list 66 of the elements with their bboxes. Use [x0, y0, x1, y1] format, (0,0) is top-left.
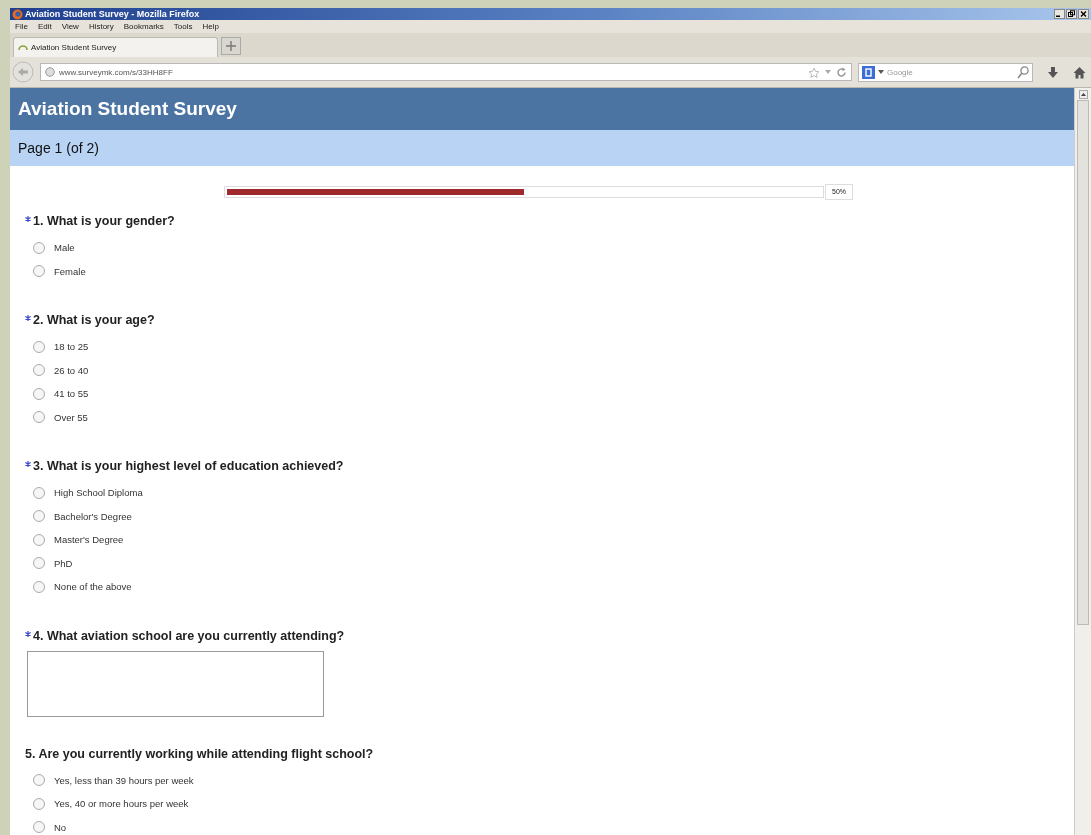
menu-item[interactable]: Help — [202, 22, 219, 31]
search-bar[interactable]: Google — [858, 62, 1033, 82]
radio-button[interactable] — [33, 533, 45, 546]
option-label: PhD — [54, 557, 73, 569]
back-icon[interactable] — [12, 61, 34, 83]
question-text: 5. Are you currently working while attending flight school? — [25, 746, 374, 761]
option-label: Male — [54, 242, 75, 254]
search-engine-icon — [862, 65, 875, 79]
radio-button[interactable] — [33, 241, 45, 254]
radio-button[interactable] — [33, 821, 45, 834]
question-text: 4. What aviation school are you currently attending? — [33, 628, 345, 643]
page-indicator: Page 1 (of 2) — [18, 140, 99, 156]
option-label: Yes, 40 or more hours per week — [54, 798, 189, 810]
radio-button[interactable] — [33, 486, 45, 499]
option-label: Female — [54, 265, 86, 277]
option-label: 41 to 55 — [54, 388, 89, 400]
browser-logo-icon — [12, 8, 23, 20]
menu-item[interactable]: History — [88, 22, 114, 31]
question-text: 1. What is your gender? — [33, 214, 175, 228]
question-text: 2. What is your age? — [33, 313, 155, 327]
survey-title: Aviation Student Survey — [18, 98, 237, 120]
reload-icon[interactable] — [836, 66, 847, 78]
radio-button[interactable] — [33, 364, 45, 377]
option-label: 26 to 40 — [54, 364, 89, 376]
option-label: Bachelor's Degree — [54, 510, 132, 522]
option-label: 18 to 25 — [54, 341, 89, 353]
close-icon[interactable] — [1078, 9, 1089, 19]
window-title: Aviation Student Survey - Mozilla Firefox — [25, 8, 200, 20]
option-label: High School Diploma — [54, 487, 143, 499]
minimize-icon[interactable] — [1054, 9, 1065, 19]
radio-button[interactable] — [33, 411, 45, 424]
radio-button[interactable] — [33, 557, 45, 570]
radio-button[interactable] — [33, 510, 45, 523]
search-icon — [1017, 65, 1029, 79]
radio-button[interactable] — [33, 265, 45, 278]
menu-item[interactable]: File — [15, 22, 28, 31]
menu-item[interactable]: Tools — [173, 22, 193, 31]
menu-item[interactable]: Bookmarks — [123, 22, 164, 31]
option-label: Yes, less than 39 hours per week — [54, 774, 194, 786]
browser-tab[interactable]: Aviation Student Survey — [13, 37, 218, 57]
loading-icon — [18, 44, 28, 51]
home-icon[interactable] — [1073, 65, 1086, 79]
menu-item[interactable]: View — [61, 22, 79, 31]
radio-button[interactable] — [33, 580, 45, 593]
dropdown-icon — [878, 69, 884, 75]
download-icon[interactable] — [1047, 65, 1059, 79]
radio-button[interactable] — [33, 797, 45, 810]
radio-button[interactable] — [33, 340, 45, 353]
url-text: www.surveymk.com/s/33HH8FF — [59, 67, 173, 77]
menu-item[interactable]: Edit — [37, 22, 52, 31]
option-label: Over 55 — [54, 411, 88, 423]
option-label: No — [54, 821, 67, 833]
new-tab-icon[interactable] — [221, 37, 241, 55]
scrollbar[interactable] — [1074, 88, 1091, 835]
question-text: 3. What is your highest level of education achieved? — [33, 459, 344, 473]
scroll-thumb[interactable] — [1077, 100, 1089, 625]
restore-icon[interactable] — [1066, 9, 1077, 19]
option-label: None of the above — [54, 581, 132, 593]
radio-button[interactable] — [33, 387, 45, 400]
answer-box[interactable] — [27, 650, 324, 717]
option-label: Master's Degree — [54, 534, 124, 546]
bookmark-star-icon[interactable] — [808, 66, 820, 78]
scroll-up-icon[interactable] — [1078, 90, 1088, 99]
address-bar[interactable]: www.surveymk.com/s/33HH8FF — [40, 63, 852, 81]
radio-button[interactable] — [33, 774, 45, 787]
dropdown-icon[interactable] — [824, 68, 832, 76]
